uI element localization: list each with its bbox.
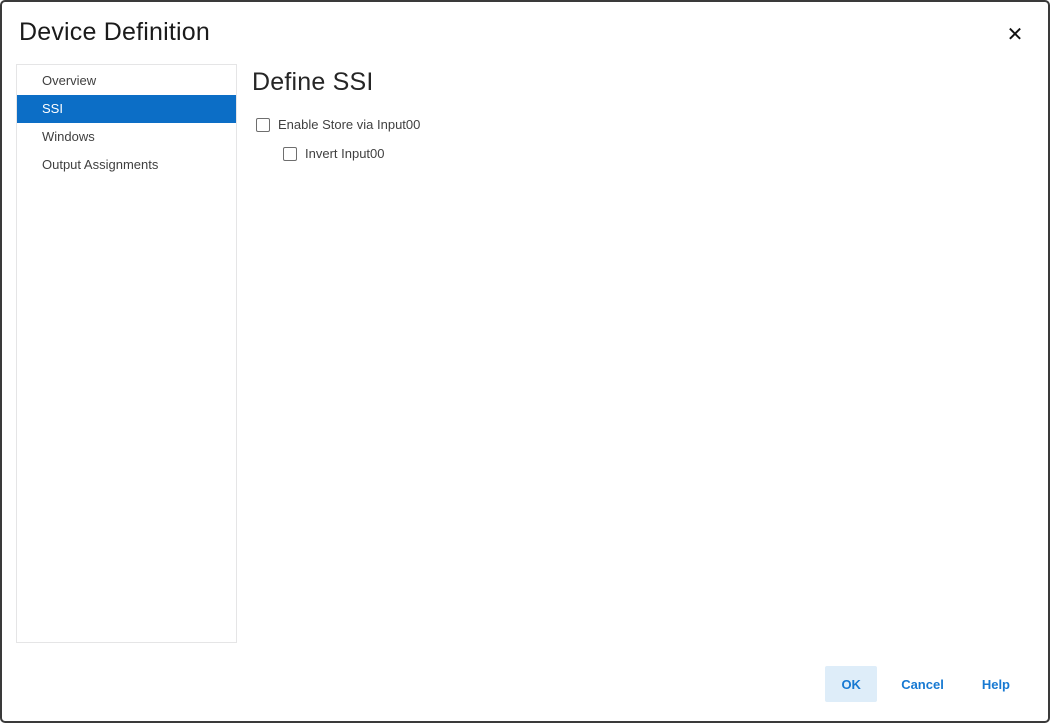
invert-input-checkbox-row[interactable]: Invert Input00 [283,146,385,161]
invert-input-checkbox[interactable] [283,147,297,161]
sidebar-item-ssi[interactable]: SSI [17,95,236,123]
enable-store-checkbox[interactable] [256,118,270,132]
help-button[interactable]: Help [968,666,1024,702]
cancel-button[interactable]: Cancel [887,666,958,702]
ok-button[interactable]: OK [825,666,877,702]
close-icon[interactable]: ✕ [1002,22,1028,48]
sidebar-item-windows[interactable]: Windows [17,123,236,151]
dialog-footer: OK Cancel Help [825,666,1024,702]
invert-input-checkbox-label: Invert Input00 [305,146,385,161]
device-definition-dialog: Device Definition ✕ Overview SSI Windows… [0,0,1050,723]
nav-sidebar: Overview SSI Windows Output Assignments [16,64,237,643]
sidebar-item-output-assignments[interactable]: Output Assignments [17,151,236,179]
page-title: Define SSI [252,68,374,97]
dialog-title: Device Definition [19,18,210,47]
enable-store-checkbox-label: Enable Store via Input00 [278,117,420,132]
enable-store-checkbox-row[interactable]: Enable Store via Input00 [256,117,420,132]
sidebar-item-overview[interactable]: Overview [17,67,236,95]
